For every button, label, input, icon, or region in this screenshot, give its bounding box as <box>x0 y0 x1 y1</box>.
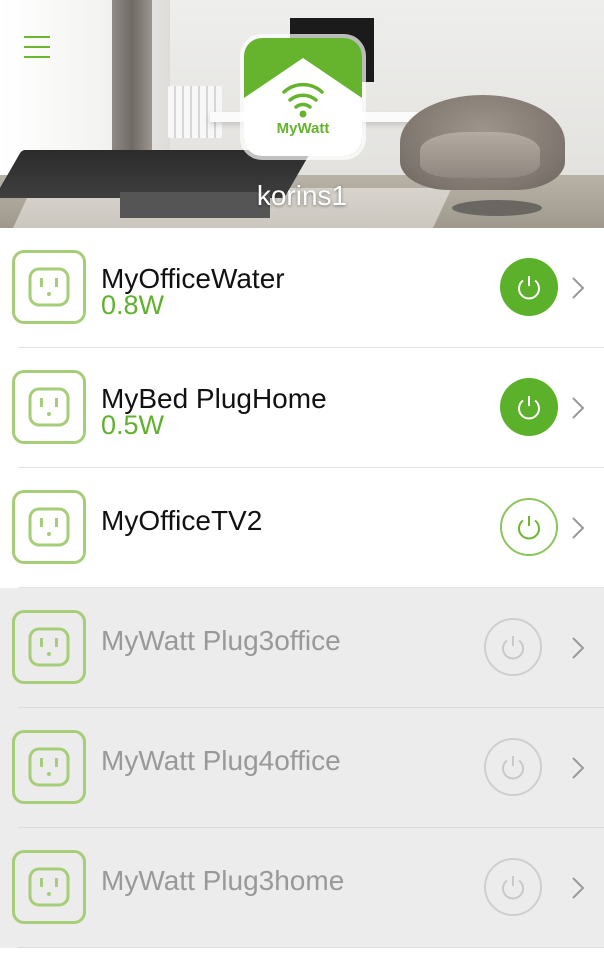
chevron-right-icon[interactable] <box>568 514 588 542</box>
chevron-right-icon[interactable] <box>568 874 588 902</box>
device-power: 0.5W <box>101 410 165 440</box>
device-row[interactable]: MyBed PlugHome 0.5W <box>0 348 604 468</box>
power-icon <box>502 636 524 660</box>
power-icon <box>518 276 540 300</box>
power-outlet-icon <box>12 850 86 924</box>
chevron-right-icon[interactable] <box>568 634 588 662</box>
device-power: 0.8W <box>101 290 165 320</box>
power-outlet-icon <box>12 250 86 324</box>
power-icon <box>518 516 540 540</box>
device-row[interactable]: MyWatt Plug3home <box>0 828 604 948</box>
power-toggle-button[interactable] <box>500 378 558 436</box>
mywatt-logo: MyWatt <box>244 38 362 156</box>
row-divider <box>18 947 604 948</box>
header-banner: MyWatt korins1 <box>0 0 604 228</box>
power-icon <box>502 876 524 900</box>
background-chair-seat <box>420 132 540 178</box>
house-wifi-icon <box>244 38 362 156</box>
power-toggle-button[interactable] <box>484 618 542 676</box>
device-list: MyOfficeWater 0.8W MyBed PlugHome 0.5W M… <box>0 228 604 948</box>
username-label: korins1 <box>256 180 348 211</box>
device-row[interactable]: MyOfficeWater 0.8W <box>0 228 604 348</box>
chevron-right-icon[interactable] <box>568 274 588 302</box>
hamburger-menu-icon[interactable] <box>24 36 50 60</box>
power-outlet-icon <box>12 490 86 564</box>
power-toggle-button[interactable] <box>500 258 558 316</box>
power-outlet-icon <box>12 370 86 444</box>
device-row[interactable]: MyOfficeTV2 <box>0 468 604 588</box>
device-name: MyWatt Plug4office <box>101 745 341 776</box>
device-row[interactable]: MyWatt Plug3office <box>0 588 604 708</box>
chevron-right-icon[interactable] <box>568 394 588 422</box>
chevron-right-icon[interactable] <box>568 754 588 782</box>
power-outlet-icon <box>12 730 86 804</box>
device-name: MyWatt Plug3home <box>101 865 345 896</box>
logo-text: MyWatt <box>276 120 330 137</box>
power-outlet-icon <box>12 610 86 684</box>
power-icon <box>502 756 524 780</box>
power-toggle-button[interactable] <box>484 738 542 796</box>
device-name: MyOfficeTV2 <box>101 505 263 536</box>
power-toggle-button[interactable] <box>484 858 542 916</box>
device-name: MyWatt Plug3office <box>101 625 341 656</box>
power-toggle-button[interactable] <box>500 498 558 556</box>
device-row[interactable]: MyWatt Plug4office <box>0 708 604 828</box>
power-icon <box>518 396 540 420</box>
